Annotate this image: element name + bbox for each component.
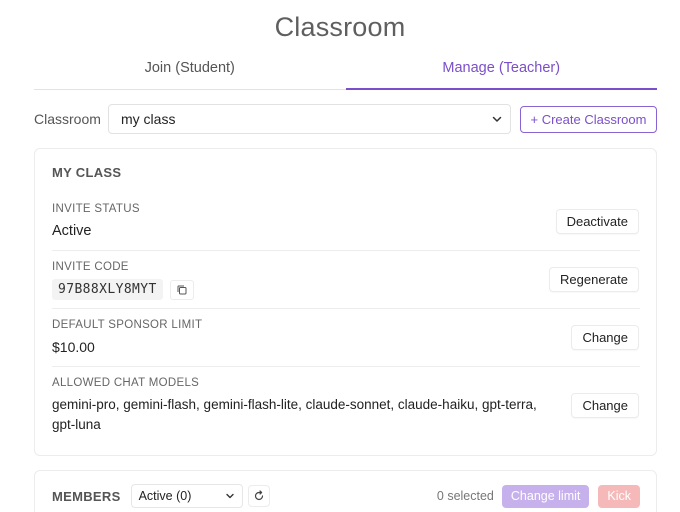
sponsor-limit-label: DEFAULT SPONSOR LIMIT (52, 319, 203, 331)
invite-status-field: INVITE STATUS Active (52, 203, 640, 239)
copy-code-button[interactable] (169, 279, 194, 300)
change-chat-models-button[interactable]: Change (571, 393, 639, 418)
divider (52, 308, 640, 309)
class-card-title: MY CLASS (52, 165, 122, 180)
deactivate-button[interactable]: Deactivate (555, 209, 639, 234)
members-filter-select[interactable]: Active (0) (130, 484, 243, 508)
chat-models-value: gemini-pro, gemini-flash, gemini-flash-l… (52, 397, 537, 432)
chat-models-field: ALLOWED CHAT MODELS gemini-pro, gemini-f… (52, 377, 640, 435)
classroom-select-value: my class (121, 111, 176, 127)
kick-button[interactable]: Kick (598, 484, 640, 508)
members-filter-value: Active (0) (138, 489, 192, 503)
tab-join-student[interactable]: Join (Student) (34, 54, 346, 89)
chat-models-label: ALLOWED CHAT MODELS (52, 377, 200, 389)
members-title: MEMBERS (52, 488, 121, 504)
regenerate-button[interactable]: Regenerate (549, 267, 639, 292)
invite-code-value: 97B88XLY8MYT (52, 279, 163, 300)
chevron-down-icon (492, 116, 502, 122)
invite-status-value: Active (52, 223, 92, 239)
invite-status-label: INVITE STATUS (52, 203, 140, 215)
selected-count: 0 selected (436, 489, 494, 503)
page-title: Classroom (274, 12, 406, 42)
change-limit-button[interactable]: Change limit (501, 484, 590, 508)
refresh-members-button[interactable] (247, 485, 270, 507)
classroom-select[interactable]: my class (108, 104, 511, 134)
divider (52, 250, 640, 251)
classroom-selector-row: Classroom my class + Create Classroom (34, 104, 657, 134)
create-classroom-button[interactable]: + Create Classroom (520, 105, 657, 133)
members-toolbar: MEMBERS Active (0) 0 selected Change lim… (52, 484, 640, 508)
copy-icon (177, 285, 187, 294)
classroom-label: Classroom (34, 111, 101, 127)
tab-manage-teacher[interactable]: Manage (Teacher) (345, 54, 658, 90)
chevron-down-icon (225, 493, 234, 499)
tab-bar: Join (Student) Manage (Teacher) (34, 54, 657, 90)
sponsor-limit-value: $10.00 (52, 339, 95, 355)
class-card: MY CLASS INVITE STATUS Active Deactivate… (34, 148, 657, 456)
members-card: MEMBERS Active (0) 0 selected Change lim… (34, 470, 657, 512)
sponsor-limit-field: DEFAULT SPONSOR LIMIT $10.00 (52, 319, 640, 355)
change-sponsor-limit-button[interactable]: Change (571, 325, 639, 350)
divider (52, 366, 640, 367)
refresh-icon (254, 490, 263, 501)
